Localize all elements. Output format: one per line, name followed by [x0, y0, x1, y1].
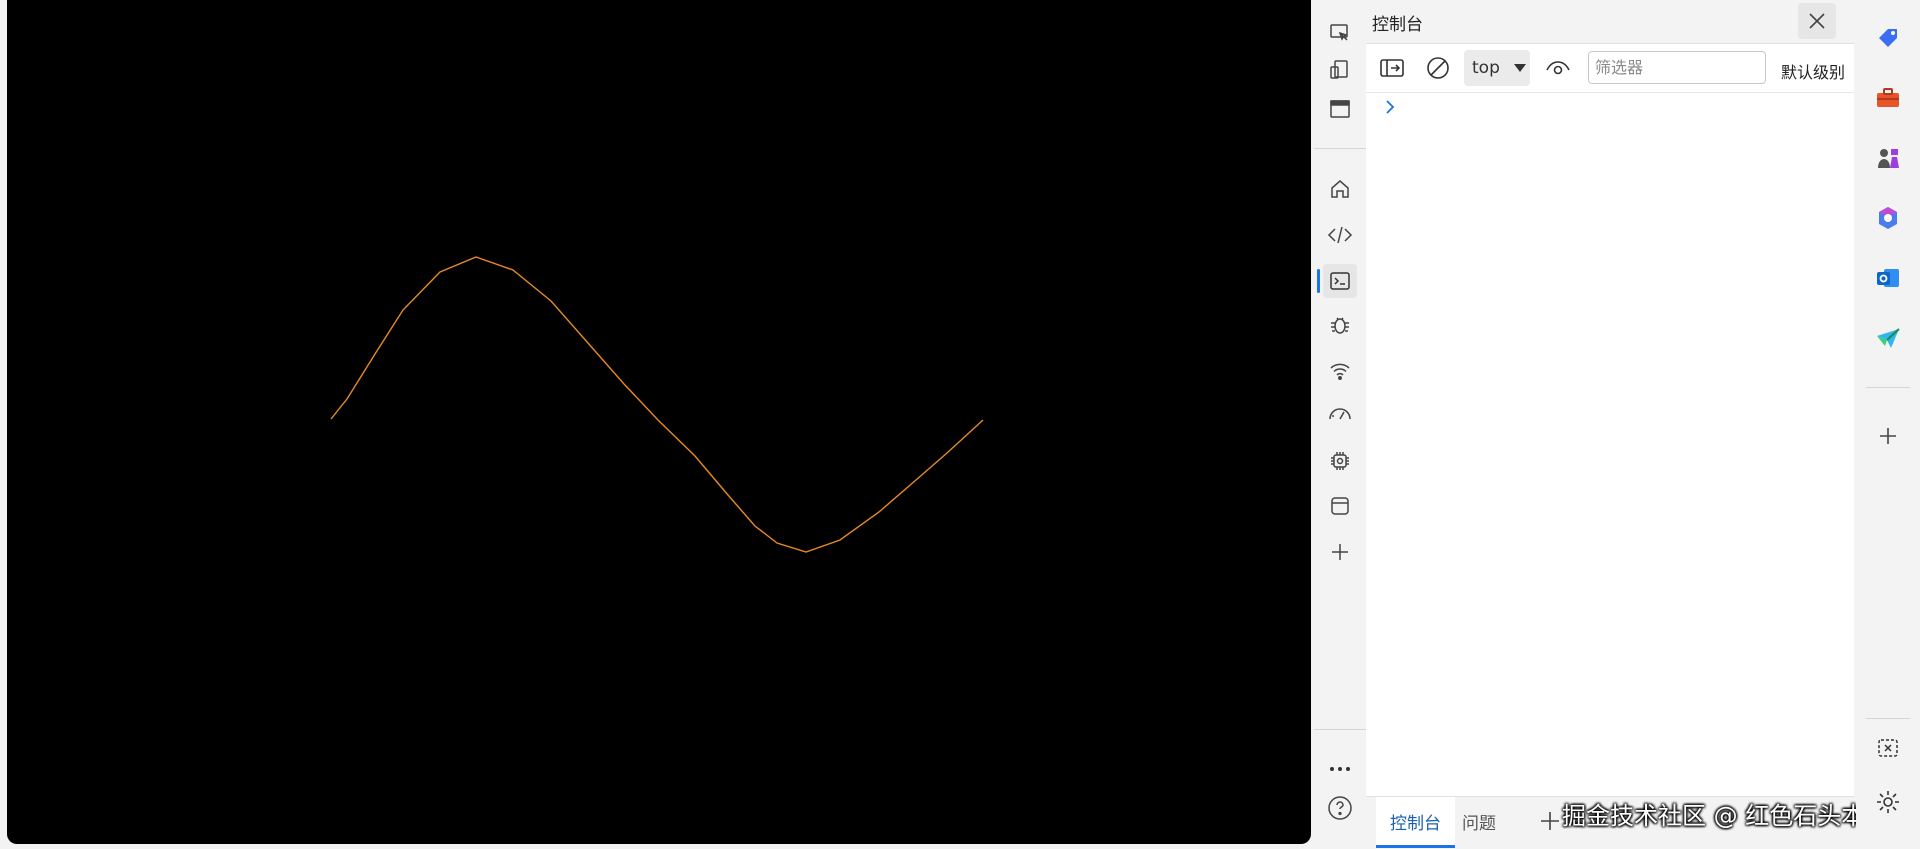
- tab-console[interactable]: 控制台: [1376, 797, 1455, 848]
- help-icon[interactable]: [1323, 791, 1357, 825]
- panel-toggle-icon[interactable]: [1323, 92, 1357, 126]
- elements-icon[interactable]: [1323, 218, 1357, 252]
- close-icon[interactable]: [1798, 3, 1836, 39]
- send-icon[interactable]: [1870, 320, 1906, 356]
- screenshot-icon[interactable]: [1870, 730, 1906, 766]
- wifi-icon[interactable]: [1323, 354, 1357, 388]
- memory-chip-icon[interactable]: [1323, 444, 1357, 478]
- chevron-down-icon: [1514, 64, 1526, 72]
- add-icon[interactable]: [1870, 418, 1906, 454]
- add-tool-icon[interactable]: [1323, 535, 1357, 569]
- filter-input[interactable]: [1588, 51, 1766, 84]
- panel-header: 控制台: [1366, 0, 1854, 44]
- sidebar-toggle-icon[interactable]: [1378, 54, 1406, 82]
- browser-sidebar: [1856, 0, 1920, 848]
- inspect-icon[interactable]: [1323, 16, 1357, 50]
- clear-console-icon[interactable]: [1424, 54, 1452, 82]
- log-level-dropdown[interactable]: 默认级别: [1781, 59, 1845, 83]
- console-prompt-icon[interactable]: [1383, 98, 1397, 120]
- console-panel: 控制台 top 默认级别 控制台 问题: [1366, 0, 1854, 849]
- application-icon[interactable]: [1323, 489, 1357, 523]
- watermark: 掘金技术社区 @ 红色石头本尊: [1562, 802, 1890, 830]
- panel-title: 控制台: [1372, 15, 1423, 35]
- devtools-toolbar: [1314, 0, 1366, 848]
- context-selector[interactable]: top: [1464, 50, 1530, 86]
- webgl-canvas[interactable]: [7, 0, 1311, 844]
- bug-icon[interactable]: [1323, 308, 1357, 342]
- context-value: top: [1472, 58, 1500, 78]
- device-emulation-icon[interactable]: [1323, 53, 1357, 87]
- tab-issues[interactable]: 问题: [1448, 797, 1510, 845]
- sine-curve: [330, 256, 984, 553]
- settings-icon[interactable]: [1870, 784, 1906, 820]
- more-icon[interactable]: [1323, 752, 1357, 786]
- live-expression-eye-icon[interactable]: [1544, 54, 1572, 82]
- copilot-icon[interactable]: [1870, 200, 1906, 236]
- performance-icon[interactable]: [1323, 398, 1357, 432]
- console-toolbar: top 默认级别: [1366, 44, 1854, 93]
- add-tab-icon[interactable]: [1538, 809, 1562, 837]
- tag-icon[interactable]: [1870, 20, 1906, 56]
- home-icon[interactable]: [1323, 172, 1357, 206]
- toolbox-icon[interactable]: [1870, 80, 1906, 116]
- games-icon[interactable]: [1870, 140, 1906, 176]
- outlook-icon[interactable]: [1870, 260, 1906, 296]
- console-icon[interactable]: [1323, 264, 1357, 298]
